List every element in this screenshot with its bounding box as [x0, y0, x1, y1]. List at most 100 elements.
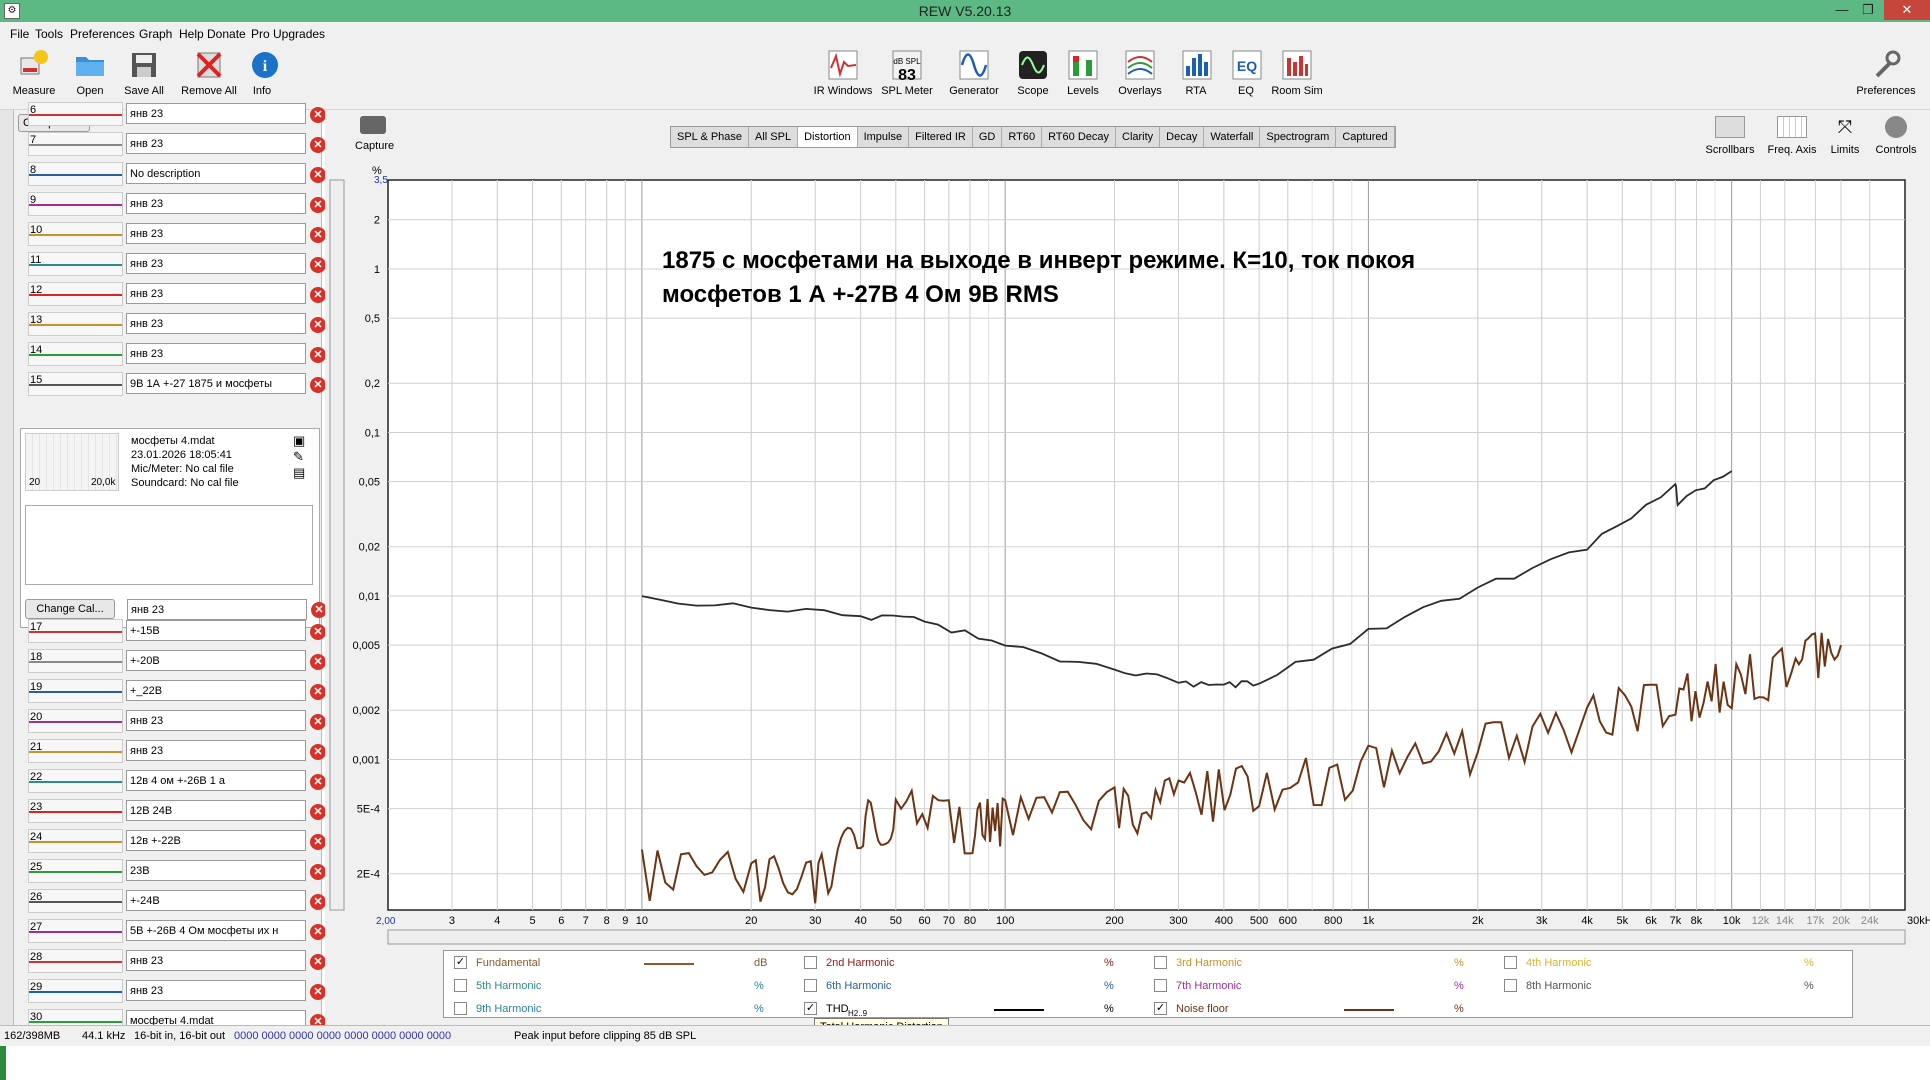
legend-line-swatch	[994, 1009, 1044, 1011]
legend-unit: %	[1104, 957, 1114, 969]
legend-checkbox[interactable]	[454, 1002, 467, 1015]
legend-unit: %	[1804, 980, 1814, 992]
y-tick-label: 0,001	[352, 754, 380, 766]
y-tick-label: 0,1	[365, 427, 380, 439]
chart-title: 1875 с мосфетами на выходе в инверт режи…	[662, 247, 1415, 274]
y-tick-label: 0,005	[352, 640, 380, 652]
status-bit-depth: 16-bit in, 16-bit out	[134, 1030, 226, 1042]
legend-line-swatch	[1344, 1009, 1394, 1011]
distortion-chart: 2 1 0,5 0,2 0,1 0,05 0,02 0,01 0,005 0,002 0,001 5E…	[329, 165, 1930, 945]
x-tick-label: 60	[918, 915, 930, 927]
x-tick-label: 40	[854, 915, 866, 927]
legend-checkbox[interactable]	[1154, 979, 1167, 992]
y-tick-label: 0,05	[359, 477, 380, 489]
x-tick-label: 3	[449, 915, 455, 927]
legend-label: 7th Harmonic	[1176, 980, 1242, 992]
x-tick-label: 7	[583, 915, 589, 927]
legend-unit: %	[1104, 980, 1114, 992]
x-tick-label: 10k	[1723, 915, 1741, 927]
vertical-scrollbar[interactable]	[329, 179, 345, 911]
y-tick-label: 2E-4	[357, 869, 380, 881]
x-tick-label: 6	[558, 915, 564, 927]
x-tick-label: 80	[964, 915, 976, 927]
status-bar: 162/398MB 44.1 kHz 16-bit in, 16-bit out…	[0, 1025, 1930, 1046]
legend-checkbox[interactable]	[804, 979, 817, 992]
legend-label: 5th Harmonic	[476, 980, 542, 992]
legend-label-subscript: H2..9	[848, 1009, 868, 1018]
y-top-input[interactable]: 3,5	[374, 175, 388, 186]
y-tick-label: 0,002	[352, 705, 380, 717]
y-tick-label: 0,01	[359, 591, 380, 603]
legend-label: 8th Harmonic	[1526, 980, 1592, 992]
x-tick-label: 14k	[1776, 915, 1794, 927]
plot-background	[387, 179, 1906, 911]
legend-unit: %	[1454, 1003, 1464, 1015]
y-tick-label: 1	[374, 264, 380, 276]
legend-label: 6th Harmonic	[826, 980, 892, 992]
x-tick-label: 2k	[1472, 915, 1484, 927]
x-tick-label: 20	[745, 915, 757, 927]
status-memory: 162/398MB	[4, 1030, 61, 1042]
horizontal-scrollbar[interactable]	[387, 929, 1906, 945]
legend-unit: %	[754, 1003, 764, 1015]
x-tick-label: 4k	[1581, 915, 1593, 927]
x-tick-label: 1k	[1363, 915, 1375, 927]
legend-checkbox[interactable]	[1504, 956, 1517, 969]
x-tick-label: 17k	[1807, 915, 1825, 927]
x-tick-label: 5k	[1617, 915, 1629, 927]
x-tick-label: 400	[1215, 915, 1233, 927]
x-tick-label: 9	[622, 915, 628, 927]
legend-checkbox[interactable]	[1154, 956, 1167, 969]
x-tick-label: 200	[1105, 915, 1123, 927]
y-tick-label: 0,02	[359, 542, 380, 554]
x-tick-label: 4	[494, 915, 500, 927]
legend-checkbox[interactable]	[1504, 979, 1517, 992]
legend-line-swatch	[644, 963, 694, 965]
y-tick-label: 0,5	[365, 313, 380, 325]
x-tick-label: 10	[636, 915, 648, 927]
legend-unit: dB	[754, 957, 768, 969]
x-tick-label: 24k	[1861, 915, 1879, 927]
x-tick-label: 500	[1250, 915, 1268, 927]
x-tick-label: 100	[996, 915, 1014, 927]
x-tick-label: 30	[809, 915, 821, 927]
legend-label: Fundamental	[476, 957, 541, 969]
x-tick-label: 8k	[1691, 915, 1703, 927]
taskbar-edge	[0, 1046, 6, 1080]
legend-unit: %	[754, 980, 764, 992]
y-tick-label: 2	[374, 215, 380, 227]
legend-checkbox[interactable]	[454, 979, 467, 992]
x-tick-label: 8	[604, 915, 610, 927]
y-tick-label: 0,2	[365, 378, 380, 390]
legend-unit: %	[1104, 1003, 1114, 1015]
legend-unit: %	[1454, 980, 1464, 992]
x-tick-label: 12k	[1752, 915, 1770, 927]
x-tick-label: 70	[943, 915, 955, 927]
legend-checkbox[interactable]: ✓	[1154, 1002, 1167, 1015]
y-tick-label: 5E-4	[357, 804, 380, 816]
legend-label: 9th Harmonic	[476, 1003, 542, 1015]
x-end-label: 30kHz	[1907, 915, 1930, 927]
x-tick-label: 20k	[1832, 915, 1850, 927]
legend-checkbox[interactable]: ✓	[804, 1002, 817, 1015]
legend-checkbox[interactable]: ✓	[454, 956, 467, 969]
legend-label: Noise floor	[1176, 1003, 1229, 1015]
legend-unit: %	[1454, 957, 1464, 969]
x-start-input[interactable]: 2,00	[376, 916, 396, 927]
legend-checkbox[interactable]	[804, 956, 817, 969]
x-tick-label: 800	[1324, 915, 1342, 927]
rew-window: ⚙ REW V5.20.13 — ❐ ✕ File Tools Preferen…	[0, 0, 1930, 1080]
status-sample-rate: 44.1 kHz	[82, 1030, 126, 1042]
graph-legend: ✓ Fundamental dB 2nd Harmonic% 3rd Harmonic%…	[443, 950, 1853, 1018]
x-tick-label: 5	[529, 915, 535, 927]
chart-subtitle: мосфетов 1 А +-27В 4 Ом 9В RMS	[662, 281, 1059, 308]
legend-label: 3rd Harmonic	[1176, 957, 1243, 969]
x-tick-label: 3k	[1536, 915, 1548, 927]
legend-label: 4th Harmonic	[1526, 957, 1592, 969]
legend-label: THD	[826, 1003, 849, 1015]
x-tick-label: 300	[1169, 915, 1187, 927]
status-levels: 0000 0000 0000 0000 0000 0000 0000 0000	[234, 1030, 452, 1042]
status-peak: Peak input before clipping 85 dB SPL	[514, 1030, 697, 1042]
x-tick-label: 7k	[1670, 915, 1682, 927]
x-tick-label: 600	[1279, 915, 1297, 927]
